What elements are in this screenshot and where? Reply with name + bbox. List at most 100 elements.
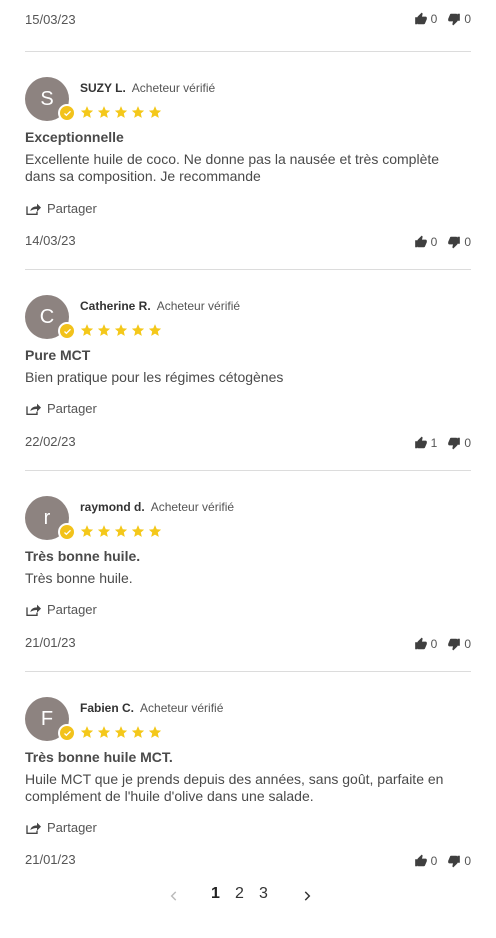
review-date: 15/03/23	[25, 12, 76, 27]
check-icon	[63, 110, 71, 116]
star-icon	[114, 106, 128, 118]
star-icon	[97, 726, 111, 738]
star-icon	[148, 525, 162, 537]
review-body: Huile MCT que je prends depuis des année…	[25, 771, 444, 804]
star-icon	[80, 525, 94, 537]
star-icon	[114, 324, 128, 336]
thumbs-down-icon	[448, 13, 461, 26]
share-label: Partager	[47, 602, 97, 617]
helpful-count: 1	[430, 436, 438, 450]
star-icon	[131, 726, 145, 738]
verified-badge	[58, 322, 76, 340]
helpful-button[interactable]: 0	[414, 235, 438, 249]
share-icon	[26, 403, 41, 415]
unhelpful-count: 0	[464, 637, 471, 651]
review-date: 21/01/23	[25, 852, 76, 867]
unhelpful-button[interactable]: 0	[447, 854, 471, 868]
share-button[interactable]: Partager	[25, 201, 97, 216]
divider	[25, 51, 471, 52]
unhelpful-count: 0	[464, 235, 471, 249]
share-label: Partager	[47, 401, 97, 416]
unhelpful-count: 0	[464, 12, 471, 26]
star-icon	[131, 106, 145, 118]
star-icon	[114, 726, 128, 738]
share-button[interactable]: Partager	[25, 820, 97, 835]
helpful-count: 0	[430, 637, 438, 651]
author-name: Fabien C.	[80, 701, 135, 715]
review-title: Pure MCT	[25, 347, 91, 363]
star-icon	[114, 525, 128, 537]
star-icon	[148, 106, 162, 118]
review-title: Très bonne huile.	[25, 548, 141, 564]
star-icon	[131, 324, 145, 336]
author-line: SUZY L. Acheteur vérifié	[80, 81, 215, 95]
author-name: raymond d.	[80, 500, 145, 514]
share-label: Partager	[47, 201, 97, 216]
star-icon	[80, 726, 94, 738]
review-body: Excellente huile de coco. Ne donne pas l…	[25, 151, 440, 184]
vote-group: 0 0	[414, 854, 471, 868]
thumbs-down-icon	[448, 236, 461, 249]
thumbs-down-icon	[448, 437, 461, 450]
chevron-left-icon[interactable]	[167, 889, 181, 903]
helpful-button[interactable]: 0	[414, 854, 437, 868]
verified-label: Acheteur vérifié	[150, 500, 235, 514]
unhelpful-button[interactable]: 0	[447, 235, 471, 249]
unhelpful-count: 0	[464, 436, 471, 450]
vote-group: 0 0	[414, 235, 471, 249]
review-title: Exceptionnelle	[25, 129, 124, 145]
review-date: 22/02/23	[25, 434, 76, 449]
verified-label: Acheteur vérifié	[140, 701, 224, 715]
helpful-button[interactable]: 0	[414, 637, 438, 651]
page-2-button[interactable]: 2	[235, 885, 244, 903]
star-icon	[80, 106, 94, 118]
star-icon	[80, 324, 94, 336]
page-3-button[interactable]: 3	[259, 885, 268, 903]
verified-badge	[58, 523, 76, 541]
star-icon	[148, 324, 162, 336]
share-icon	[26, 203, 41, 215]
verified-label: Acheteur vérifié	[156, 299, 241, 313]
star-rating	[80, 725, 162, 739]
check-icon	[63, 328, 71, 334]
author-name: Catherine R.	[80, 299, 151, 313]
page-1-button[interactable]: 1	[211, 885, 220, 903]
unhelpful-button[interactable]: 0	[447, 436, 471, 450]
star-icon	[97, 525, 111, 537]
share-button[interactable]: Partager	[25, 602, 97, 617]
vote-group: 1 0	[414, 436, 471, 450]
review-body: Très bonne huile.	[25, 570, 133, 586]
avatar-initial: r	[43, 506, 51, 529]
star-rating	[80, 524, 162, 538]
avatar-initial: C	[39, 305, 55, 328]
unhelpful-button[interactable]: 0	[447, 637, 471, 651]
unhelpful-button[interactable]: 0	[447, 12, 471, 26]
helpful-count: 0	[430, 235, 438, 249]
verified-label: Acheteur vérifié	[131, 81, 216, 95]
review-date: 14/03/23	[25, 233, 76, 248]
star-icon	[97, 106, 111, 118]
review-title: Très bonne huile MCT.	[25, 749, 173, 765]
divider	[25, 671, 471, 672]
author-name: SUZY L.	[80, 81, 126, 95]
helpful-button[interactable]: 0	[414, 12, 437, 26]
star-rating	[80, 105, 162, 119]
thumbs-up-icon	[414, 12, 427, 25]
thumbs-up-icon	[414, 854, 427, 867]
chevron-right-icon[interactable]	[300, 889, 314, 903]
avatar-initial: F	[40, 707, 54, 730]
share-button[interactable]: Partager	[25, 401, 97, 416]
author-line: Fabien C. Acheteur vérifié	[80, 701, 223, 715]
share-label: Partager	[47, 820, 97, 835]
vote-group: 0 0	[414, 637, 471, 651]
vote-group: 0 0	[414, 12, 471, 26]
check-icon	[63, 730, 71, 736]
avatar-initial: S	[40, 87, 54, 110]
star-icon	[148, 726, 162, 738]
star-icon	[131, 525, 145, 537]
unhelpful-count: 0	[464, 854, 471, 868]
check-icon	[63, 529, 71, 535]
review-footer: 15/03/23 0 0	[25, 12, 471, 32]
helpful-button[interactable]: 1	[414, 436, 438, 450]
share-icon	[26, 822, 41, 834]
